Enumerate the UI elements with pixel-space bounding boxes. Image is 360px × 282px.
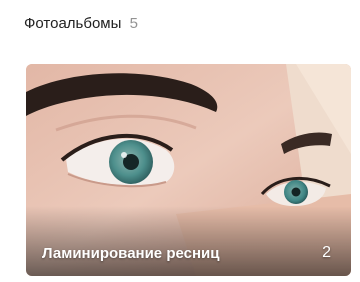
album-card[interactable]: Ламинирование ресниц 2 <box>26 64 351 276</box>
section-title: Фотоальбомы <box>24 15 122 32</box>
album-overlay <box>26 206 351 276</box>
album-title: Ламинирование ресниц <box>42 245 220 262</box>
album-photo-count: 2 <box>322 244 331 261</box>
photo-albums-header[interactable]: Фотоальбомы 5 <box>24 14 138 34</box>
album-count: 5 <box>129 15 138 32</box>
